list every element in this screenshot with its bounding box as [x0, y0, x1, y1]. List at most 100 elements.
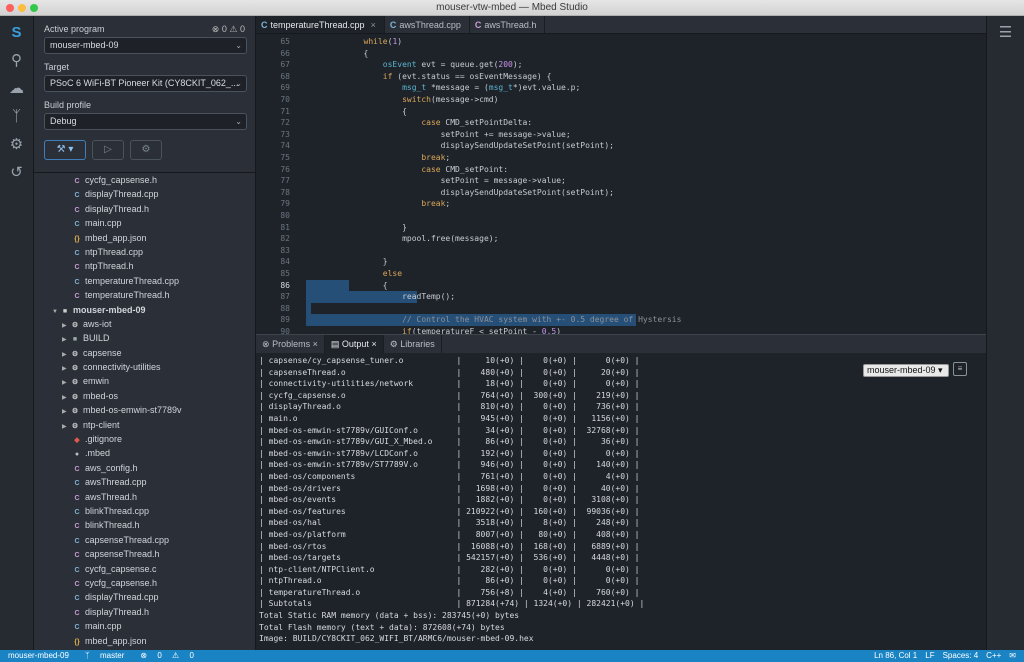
code-line[interactable]: 82 mpool.free(message); [256, 233, 986, 245]
tree-item[interactable]: {} mbed_app.json [34, 231, 255, 245]
tree-item[interactable]: CdisplayThread.h [34, 605, 255, 619]
tree-item[interactable]: ▼ ■ mouser-mbed-09 [34, 303, 255, 319]
code-line[interactable]: 71 { [256, 106, 986, 118]
tree-item[interactable]: ▶ ⚙ emwin [34, 374, 255, 388]
tree-item[interactable]: ▶ ⚙ capsense [34, 346, 255, 360]
target-select[interactable]: PSoC 6 WiFi-BT Pioneer Kit (CY8CKIT_062_… [44, 75, 247, 92]
tab-output[interactable]: ▤ Output × [324, 335, 384, 353]
tab-libraries[interactable]: ⚙ Libraries [384, 335, 442, 353]
tree-item[interactable]: Ccycfg_capsense.h [34, 173, 255, 187]
tree-item[interactable]: CawsThread.h [34, 490, 255, 504]
tree-item[interactable]: CawsThread.cpp [34, 475, 255, 489]
status-cursor-position[interactable]: Ln 86, Col 1 [874, 650, 917, 662]
tree-item[interactable]: CdisplayThread.cpp [34, 187, 255, 201]
code-line[interactable]: 69 msg_t *message = (msg_t*)evt.value.p; [256, 82, 986, 94]
output-log[interactable]: | capsense/cy_capsense_tuner.o | 10(+0) … [259, 355, 859, 649]
code-line[interactable]: 72 case CMD_setPointDelta: [256, 117, 986, 129]
code-line[interactable]: 89 // Control the HVAC system with +- 0.… [256, 314, 986, 326]
tree-item[interactable]: CntpThread.h [34, 259, 255, 273]
code-line[interactable]: 78 displaySendUpdateSetPoint(setPoint); [256, 187, 986, 199]
code-line[interactable]: 85 else [256, 268, 986, 280]
debug-button[interactable]: ⚙ [130, 140, 162, 160]
tree-item[interactable]: CdisplayThread.cpp [34, 590, 255, 604]
output-target-select[interactable]: mouser-mbed-09 ▾ [863, 364, 949, 377]
code-line[interactable]: 67 osEvent evt = queue.get(200); [256, 59, 986, 71]
code-line[interactable]: 76 case CMD_setPoint: [256, 164, 986, 176]
tree-item[interactable]: ▶ ⚙ mbed-os-emwin-st7789v [34, 403, 255, 417]
close-icon[interactable]: × [371, 20, 376, 30]
tree-item[interactable]: ▶ ⚙ connectivity-utilities [34, 360, 255, 374]
code-line[interactable]: 68 if (evt.status == osEventMessage) { [256, 71, 986, 83]
tab-awsthread-cpp[interactable]: CawsThread.cpp [385, 16, 470, 33]
code-line[interactable]: 84 } [256, 256, 986, 268]
search-icon[interactable]: ⚲ [6, 50, 28, 72]
active-program-select[interactable]: mouser-mbed-09 ⌄ [44, 37, 247, 54]
code-line[interactable]: 75 break; [256, 152, 986, 164]
status-language[interactable]: C++ [986, 650, 1001, 662]
code-line[interactable]: 81 } [256, 222, 986, 234]
source-control-icon[interactable]: ᛉ [6, 106, 28, 128]
build-profile-select[interactable]: Debug ⌄ [44, 113, 247, 130]
minimize-window-button[interactable] [18, 4, 26, 12]
close-window-button[interactable] [6, 4, 14, 12]
close-icon[interactable]: × [313, 339, 318, 349]
zoom-window-button[interactable] [30, 4, 38, 12]
code-line[interactable]: 65 while(1) [256, 36, 986, 48]
debug-icon[interactable]: ⚙ [6, 134, 28, 156]
tree-item[interactable]: CcapsenseThread.h [34, 547, 255, 561]
tree-item[interactable]: CtemperatureThread.cpp [34, 274, 255, 288]
run-button[interactable]: ▷ [92, 140, 124, 160]
tab-label: temperatureThread.cpp [270, 20, 365, 30]
tree-item[interactable]: CblinkThread.h [34, 518, 255, 532]
tree-item[interactable]: Ccycfg_capsense.c [34, 562, 255, 576]
chevron-down-icon[interactable]: ▼ [52, 305, 60, 319]
tree-item[interactable]: ◆ .gitignore [34, 432, 255, 446]
tree-item[interactable]: CdisplayThread.h [34, 202, 255, 216]
tab-awsthread-h[interactable]: CawsThread.h [470, 16, 546, 33]
tab-problems[interactable]: ⊗ Problems × [256, 335, 325, 353]
tree-item[interactable]: {} mbed_app.json [34, 634, 255, 648]
clear-output-icon[interactable]: ≡ [953, 362, 967, 376]
tree-item[interactable]: ● .mbed [34, 446, 255, 460]
code-line[interactable]: 74 displaySendUpdateSetPoint(setPoint); [256, 140, 986, 152]
status-problems[interactable]: ⊗ 0 ⚠ 0 [132, 650, 193, 662]
tab-temperaturethread-cpp[interactable]: CtemperatureThread.cpp × [256, 16, 385, 33]
tree-item[interactable]: ▶ ⚙ mbed-os [34, 389, 255, 403]
code-line[interactable]: 88 [256, 303, 986, 315]
outline-icon[interactable]: ☰ [995, 22, 1017, 44]
tree-item[interactable]: CblinkThread.cpp [34, 504, 255, 518]
status-eol[interactable]: LF [925, 650, 934, 662]
chevron-right-icon[interactable]: ▶ [62, 420, 70, 434]
code-line[interactable]: 66 { [256, 48, 986, 60]
status-program[interactable]: mouser-mbed-09 [8, 650, 69, 662]
status-branch[interactable]: ᛉ master [77, 650, 125, 662]
tree-item[interactable]: CtemperatureThread.h [34, 288, 255, 302]
code-line[interactable]: 79 break; [256, 198, 986, 210]
tree-item[interactable]: CntpThread.cpp [34, 245, 255, 259]
tree-item[interactable]: Cmain.cpp [34, 216, 255, 230]
bell-icon[interactable]: ✉ [1009, 650, 1016, 662]
code-line[interactable]: 83 [256, 245, 986, 257]
code-line[interactable]: 87 readTemp(); [256, 291, 986, 303]
cloud-icon[interactable]: ☁ [6, 78, 28, 100]
code-line[interactable]: 90 if(temperatureF < setPoint - 0.5) [256, 326, 986, 334]
tree-item[interactable]: CcapsenseThread.cpp [34, 533, 255, 547]
tree-item[interactable]: ▶ ■ BUILD [34, 331, 255, 345]
close-icon[interactable]: × [371, 339, 376, 349]
tree-item[interactable]: Caws_config.h [34, 461, 255, 475]
build-button[interactable]: ⚒ ▾ [44, 140, 86, 160]
code-editor[interactable]: 65 while(1) 66 {67 osEvent evt = queue.ge… [256, 34, 986, 334]
code-line[interactable]: 80 [256, 210, 986, 222]
code-line[interactable]: 86 { [256, 280, 986, 292]
history-icon[interactable]: ↺ [6, 162, 28, 184]
tree-item[interactable]: ▶ ⚙ ntp-client [34, 418, 255, 434]
status-indent[interactable]: Spaces: 4 [943, 650, 979, 662]
tree-item[interactable]: ▶ ⚙ aws-iot [34, 317, 255, 331]
code-line[interactable]: 70 switch(message->cmd) [256, 94, 986, 106]
tree-item[interactable]: Ccycfg_capsense.h [34, 576, 255, 590]
mbed-logo-icon[interactable]: S [6, 22, 28, 44]
code-line[interactable]: 73 setPoint += message->value; [256, 129, 986, 141]
problem-counts[interactable]: ⊗ 0 ⚠ 0 [212, 24, 245, 35]
tree-item[interactable]: Cmain.cpp [34, 619, 255, 633]
code-line[interactable]: 77 setPoint = message->value; [256, 175, 986, 187]
